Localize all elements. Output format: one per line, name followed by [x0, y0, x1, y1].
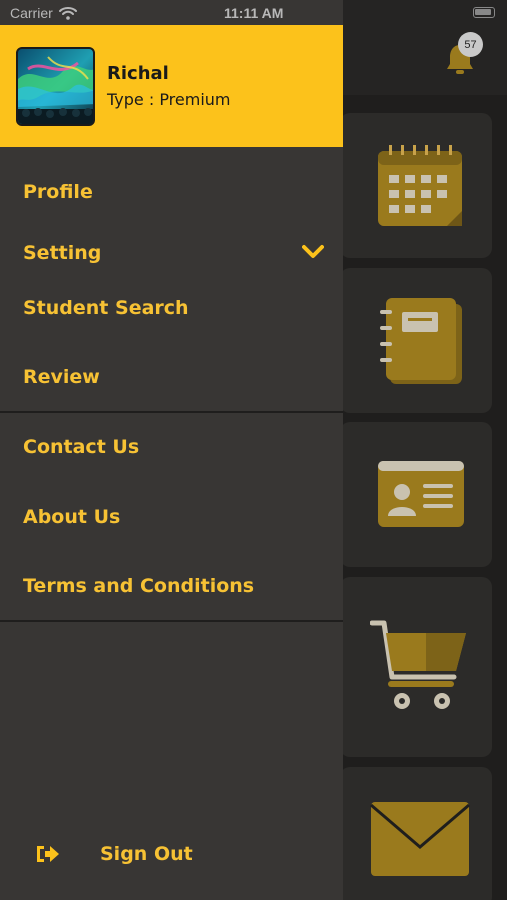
- dashboard-card-mail[interactable]: [340, 767, 492, 900]
- notebook-icon: [380, 298, 462, 384]
- carrier-label: Carrier: [10, 5, 53, 21]
- user-name: Richal: [107, 63, 169, 84]
- menu-item-setting[interactable]: Setting: [23, 242, 101, 264]
- dashboard-card-id[interactable]: [340, 422, 492, 567]
- menu-item-terms[interactable]: Terms and Conditions: [23, 575, 254, 597]
- navigation-drawer: Richal Type : Premium Profile Setting St…: [0, 0, 343, 900]
- battery-icon: [473, 7, 495, 18]
- sign-out-button[interactable]: Sign Out: [100, 843, 193, 865]
- status-time: 11:11 AM: [224, 5, 284, 21]
- sign-out-icon[interactable]: [35, 844, 60, 864]
- avatar[interactable]: [16, 47, 95, 126]
- avatar-image: [18, 49, 93, 124]
- wifi-icon: [58, 6, 77, 20]
- menu-item-review[interactable]: Review: [23, 366, 100, 388]
- status-carrier: Carrier: [10, 5, 77, 21]
- user-type: Type : Premium: [107, 90, 231, 109]
- menu-item-student-search[interactable]: Student Search: [23, 297, 189, 319]
- dashboard-card-calendar[interactable]: [340, 113, 492, 258]
- profile-header[interactable]: Richal Type : Premium: [0, 25, 343, 147]
- menu-divider: [0, 411, 343, 413]
- menu-item-contact-us[interactable]: Contact Us: [23, 436, 139, 458]
- shopping-cart-icon: [370, 620, 466, 709]
- envelope-icon: [370, 802, 470, 876]
- notification-badge: 57: [458, 32, 483, 57]
- dashboard-card-cart[interactable]: [340, 577, 492, 757]
- chevron-down-icon[interactable]: [302, 244, 324, 260]
- calendar-icon: [378, 145, 462, 226]
- dashboard-card-notebook[interactable]: [340, 268, 492, 413]
- menu-item-profile[interactable]: Profile: [23, 181, 93, 203]
- menu-item-about-us[interactable]: About Us: [23, 506, 120, 528]
- id-card-icon: [378, 461, 464, 527]
- menu-divider: [0, 620, 343, 622]
